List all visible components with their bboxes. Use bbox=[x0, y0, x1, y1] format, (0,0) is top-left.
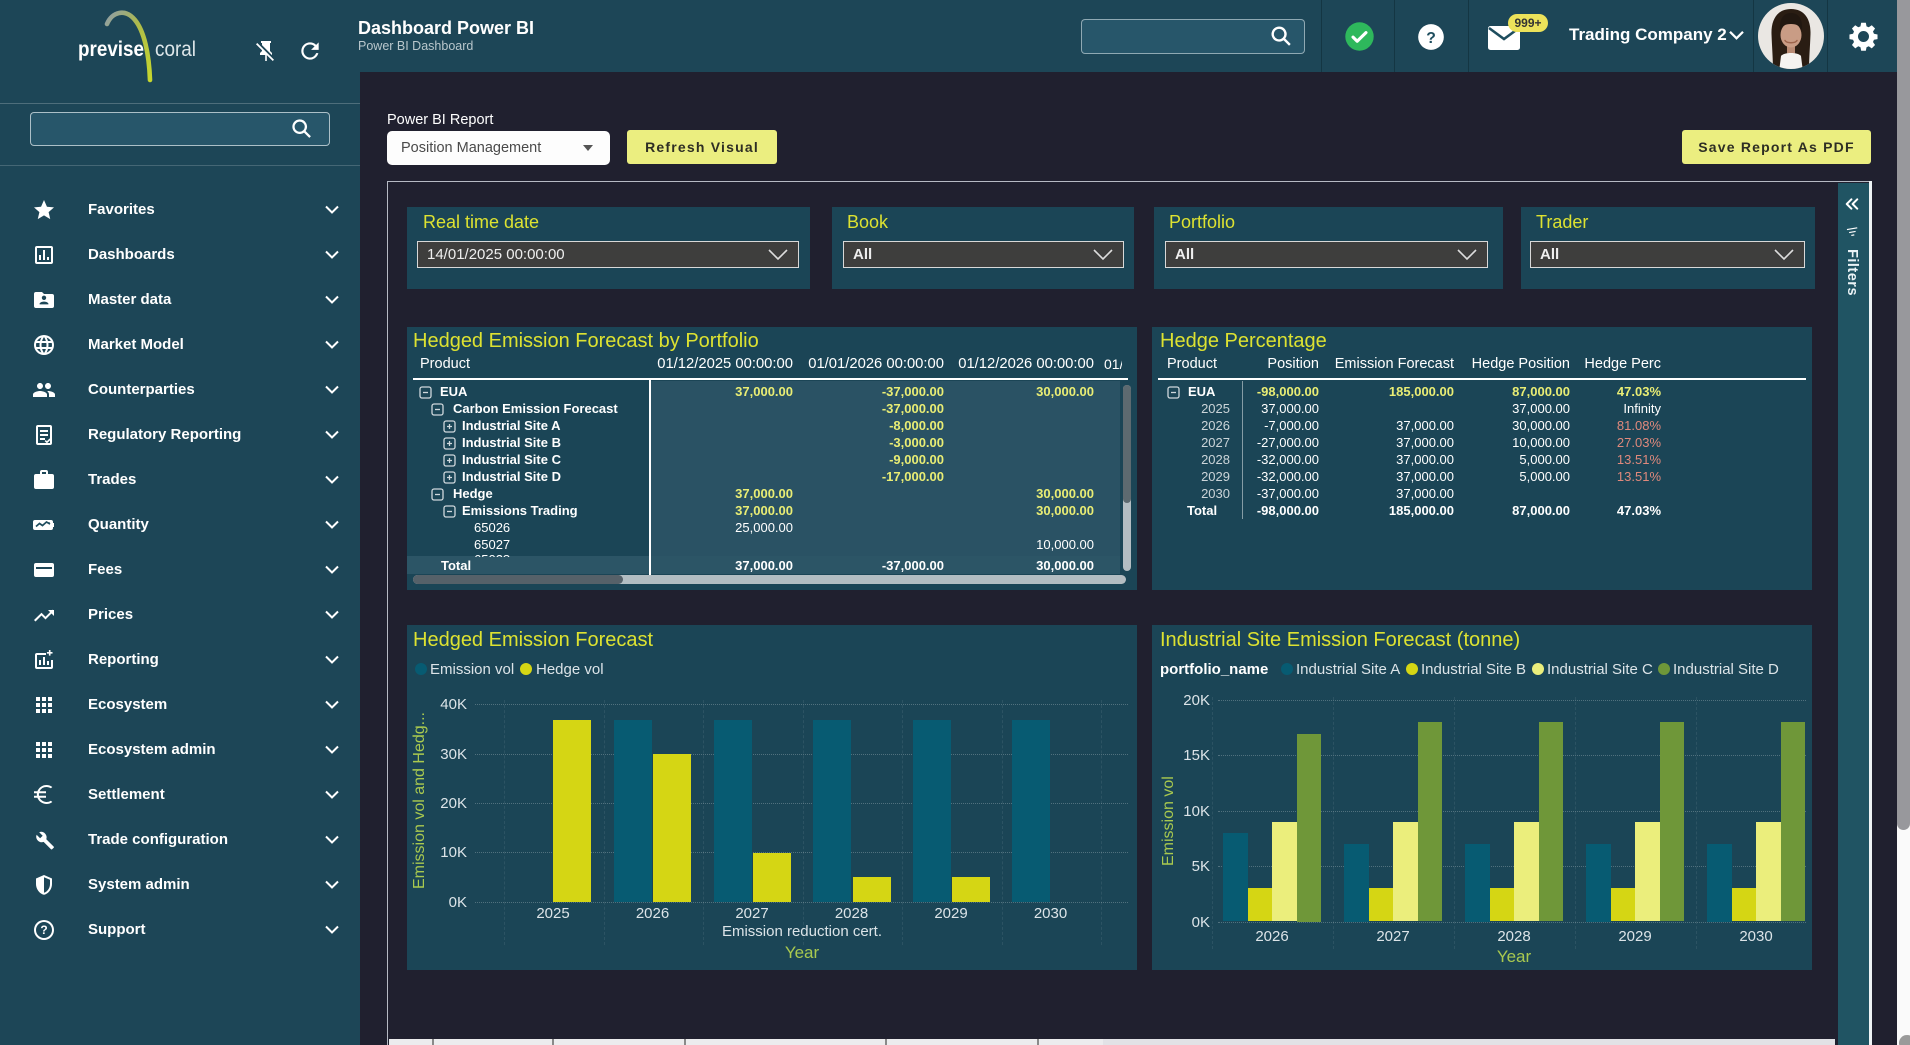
svg-text:previse: previse bbox=[78, 38, 144, 61]
svg-text:?: ? bbox=[40, 923, 47, 937]
svg-text:?: ? bbox=[1426, 30, 1436, 47]
svg-text:coral: coral bbox=[155, 38, 196, 61]
